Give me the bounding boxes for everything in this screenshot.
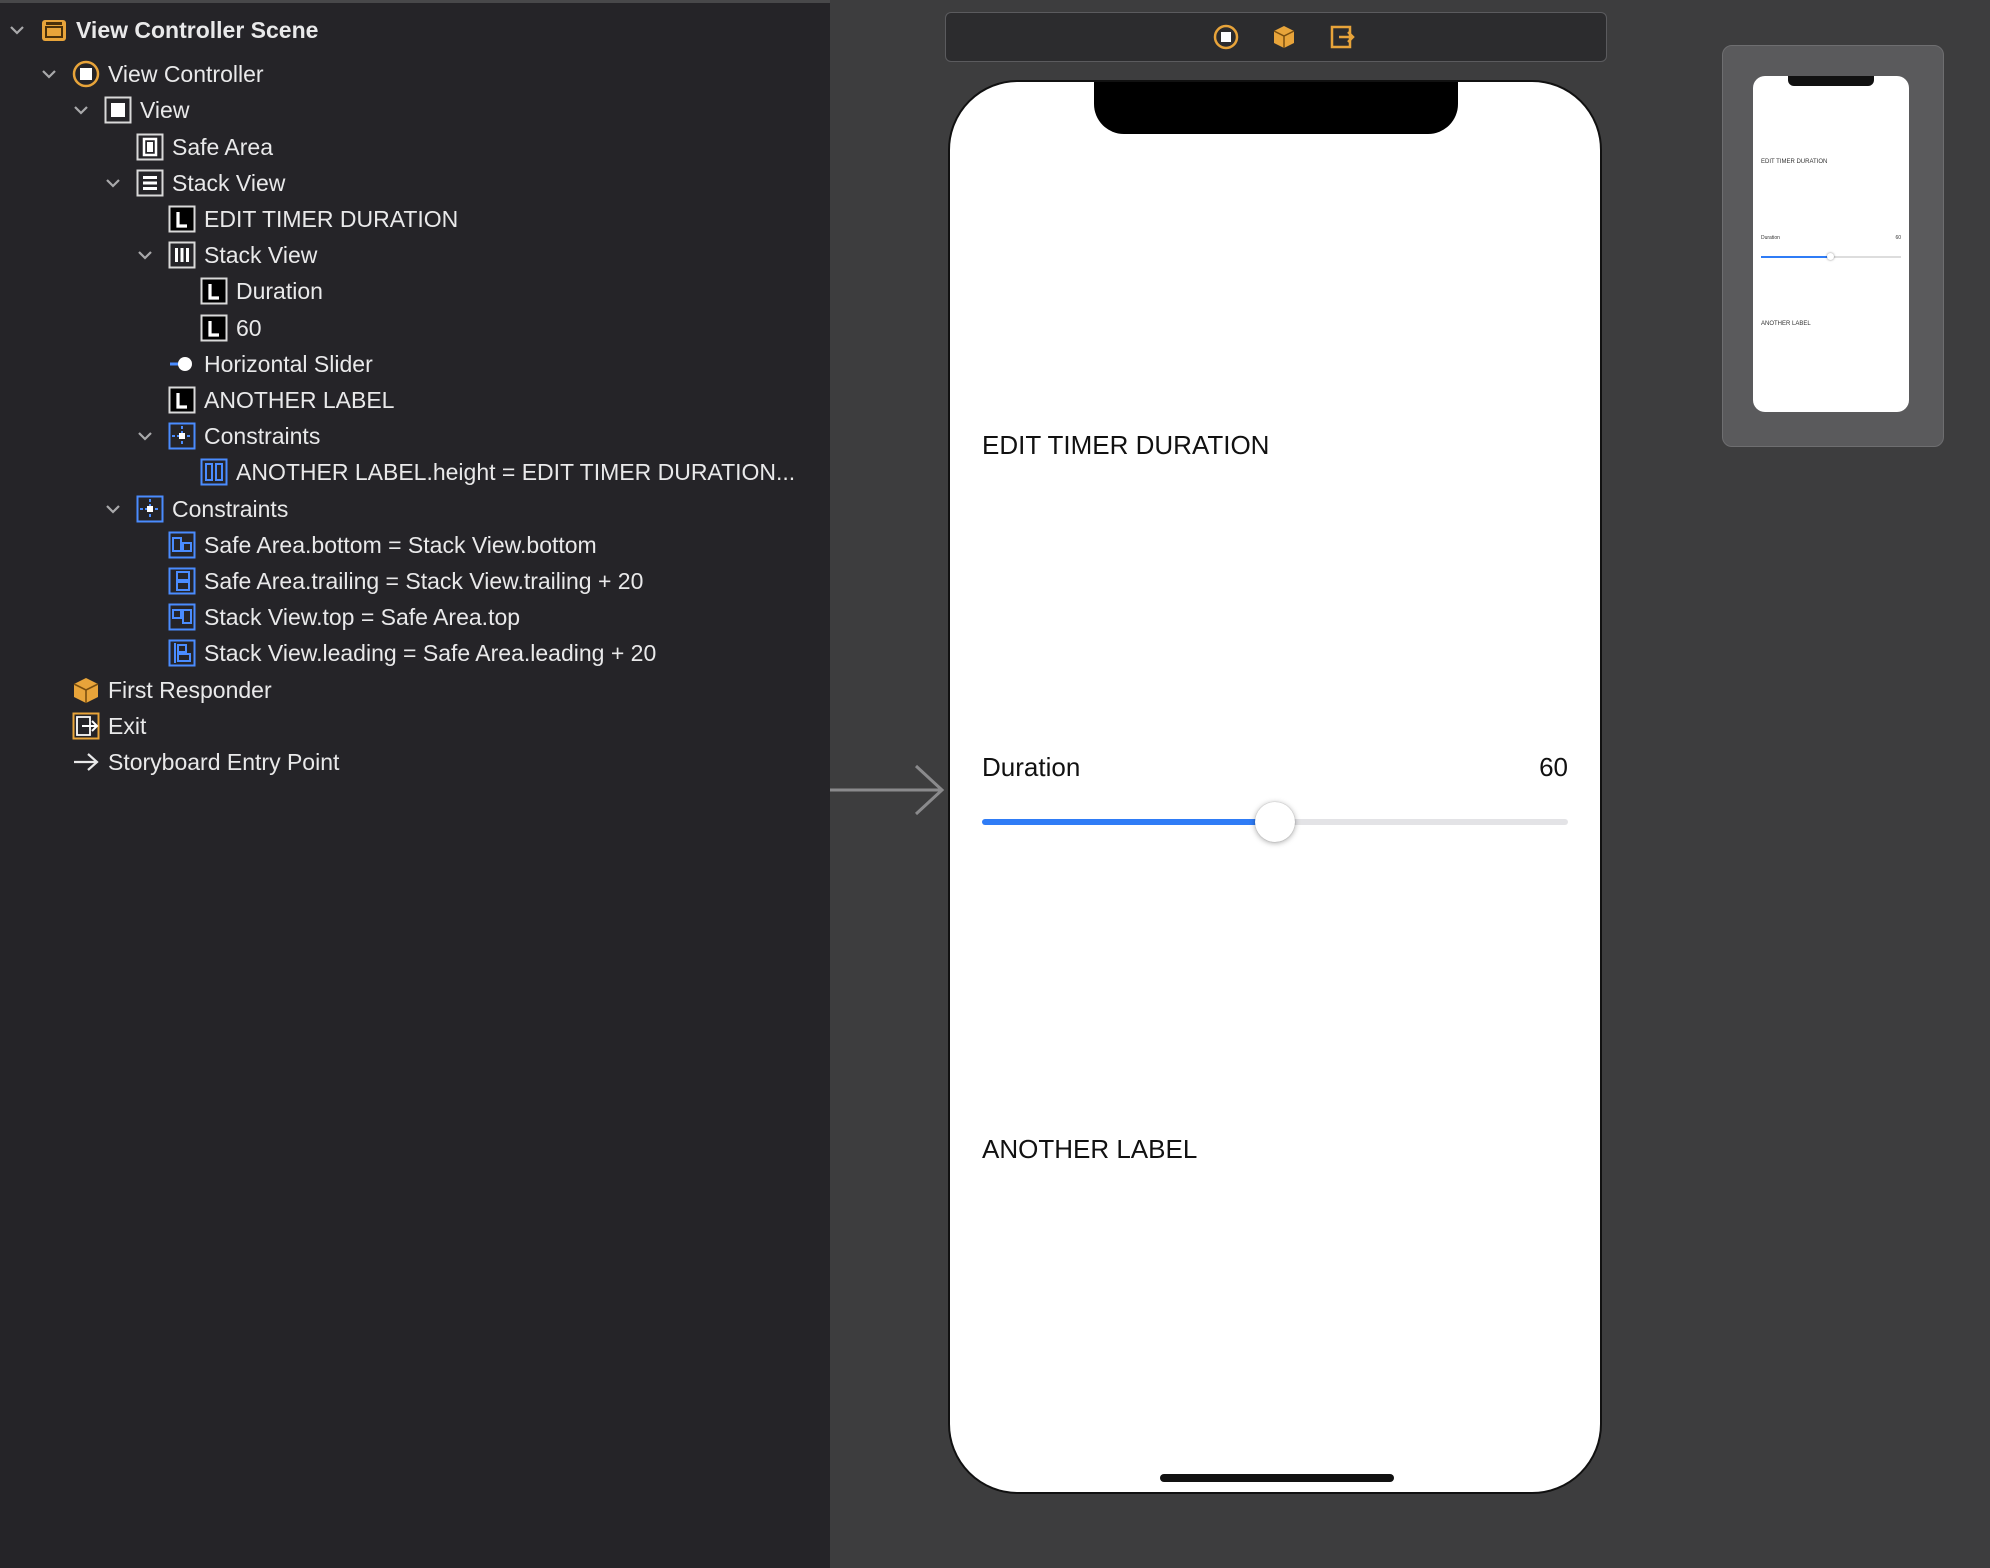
outline-row-label: Constraints bbox=[172, 496, 289, 522]
disclosure-chevron-icon[interactable] bbox=[104, 174, 122, 192]
disclosure-chevron-icon[interactable] bbox=[40, 65, 58, 83]
slider-max-track bbox=[1275, 819, 1568, 825]
constraints-icon bbox=[136, 495, 164, 523]
outline-row[interactable]: ANOTHER LABEL bbox=[0, 383, 830, 417]
outline-row[interactable]: Stack View bbox=[0, 238, 830, 272]
outline-row-label: 60 bbox=[236, 315, 262, 341]
outline-row[interactable]: Constraints bbox=[0, 492, 830, 526]
home-indicator bbox=[1160, 1474, 1394, 1482]
outline-row[interactable]: Horizontal Slider bbox=[0, 347, 830, 381]
outline-row-label: Safe Area.bottom = Stack View.bottom bbox=[204, 532, 597, 558]
storyboard-canvas[interactable]: EDIT TIMER DURATION Duration 60 ANOTHER … bbox=[830, 0, 1990, 1568]
constraints-icon bbox=[168, 422, 196, 450]
outline-row[interactable]: Stack View bbox=[0, 166, 830, 200]
outline-row-label: Duration bbox=[236, 278, 323, 304]
outline-row[interactable]: View Controller bbox=[0, 57, 830, 91]
outline-row[interactable]: View Controller Scene bbox=[0, 13, 830, 47]
outline-row[interactable]: Stack View.top = Safe Area.top bbox=[0, 600, 830, 634]
outline-row-label: Stack View.leading = Safe Area.leading +… bbox=[204, 640, 657, 666]
view-controller-icon[interactable] bbox=[1212, 23, 1240, 51]
outline-row[interactable]: Safe Area.trailing = Stack View.trailing… bbox=[0, 564, 830, 598]
bottom-constraint-icon bbox=[168, 531, 196, 559]
slider-icon bbox=[168, 350, 196, 378]
outline-row[interactable]: Safe Area.bottom = Stack View.bottom bbox=[0, 528, 830, 562]
scene-icon bbox=[40, 16, 68, 44]
outline-row-label: View Controller Scene bbox=[76, 17, 319, 43]
height-constraint-icon bbox=[200, 458, 228, 486]
duration-label[interactable]: Duration bbox=[982, 752, 1080, 782]
outline-row-label: Stack View.top = Safe Area.top bbox=[204, 604, 521, 630]
label-icon bbox=[168, 386, 196, 414]
document-outline: View Controller Scene View Controller View… bbox=[0, 0, 830, 1568]
outline-row[interactable]: Storyboard Entry Point bbox=[0, 745, 830, 779]
storyboard-entry-arrow[interactable] bbox=[830, 760, 950, 820]
minimap-another-label: ANOTHER LABEL bbox=[1761, 321, 1811, 327]
outline-row[interactable]: Exit bbox=[0, 709, 830, 743]
outline-row-label: View Controller bbox=[108, 61, 264, 87]
exit-icon[interactable] bbox=[1328, 23, 1356, 51]
outline-row[interactable]: View bbox=[0, 93, 830, 127]
outline-row-label: Exit bbox=[108, 713, 147, 739]
outline-row-label: Stack View bbox=[172, 170, 286, 196]
slider-thumb[interactable] bbox=[1255, 802, 1295, 842]
slider-min-track bbox=[982, 819, 1275, 825]
leading-constraint-icon bbox=[168, 639, 196, 667]
outline-row-label: First Responder bbox=[108, 677, 272, 703]
outline-row-label: Stack View bbox=[204, 242, 318, 268]
duration-value-label[interactable]: 60 bbox=[1539, 752, 1568, 782]
view-icon bbox=[104, 96, 132, 124]
disclosure-chevron-icon[interactable] bbox=[136, 246, 154, 264]
outline-row[interactable]: 60 bbox=[0, 311, 830, 345]
safe-area-icon bbox=[136, 133, 164, 161]
device-frame[interactable]: EDIT TIMER DURATION Duration 60 ANOTHER … bbox=[948, 80, 1602, 1494]
outline-row-label: Constraints bbox=[204, 423, 321, 449]
first-responder-icon bbox=[72, 676, 100, 704]
edit-timer-duration-label[interactable]: EDIT TIMER DURATION bbox=[982, 430, 1269, 460]
minimap-duration-label: Duration bbox=[1761, 235, 1780, 241]
first-responder-icon[interactable] bbox=[1270, 23, 1298, 51]
label-icon bbox=[168, 205, 196, 233]
device-notch bbox=[1094, 82, 1458, 134]
outline-row-label: ANOTHER LABEL bbox=[204, 387, 395, 413]
view-controller-icon bbox=[72, 60, 100, 88]
minimap-slider-min bbox=[1761, 256, 1831, 258]
trailing-constraint-icon bbox=[168, 567, 196, 595]
outline-row[interactable]: Duration bbox=[0, 274, 830, 308]
outline-row-label: ANOTHER LABEL.height = EDIT TIMER DURATI… bbox=[236, 459, 796, 485]
outline-row[interactable]: First Responder bbox=[0, 673, 830, 707]
minimap-slider-max bbox=[1831, 256, 1901, 258]
horizontal-stack-icon bbox=[168, 241, 196, 269]
scene-dock bbox=[945, 12, 1607, 62]
minimap-slider-thumb bbox=[1827, 253, 1834, 260]
minimap-notch bbox=[1788, 76, 1874, 86]
minimap-device: EDIT TIMER DURATION Duration 60 ANOTHER … bbox=[1753, 76, 1909, 412]
outline-row[interactable]: Constraints bbox=[0, 419, 830, 453]
label-icon bbox=[200, 314, 228, 342]
outline-row-label: Safe Area.trailing = Stack View.trailing… bbox=[204, 568, 644, 594]
vertical-stack-icon bbox=[136, 169, 164, 197]
minimap-title-label: EDIT TIMER DURATION bbox=[1761, 159, 1828, 165]
minimap[interactable]: EDIT TIMER DURATION Duration 60 ANOTHER … bbox=[1722, 45, 1944, 447]
disclosure-chevron-icon[interactable] bbox=[136, 427, 154, 445]
disclosure-chevron-icon[interactable] bbox=[104, 500, 122, 518]
outline-row-label: EDIT TIMER DURATION bbox=[204, 206, 459, 232]
outline-row[interactable]: EDIT TIMER DURATION bbox=[0, 202, 830, 236]
outline-row-label: View bbox=[140, 97, 190, 123]
entry-arrow-icon bbox=[72, 748, 100, 776]
disclosure-chevron-icon[interactable] bbox=[72, 101, 90, 119]
outline-row[interactable]: ANOTHER LABEL.height = EDIT TIMER DURATI… bbox=[0, 455, 830, 489]
top-constraint-icon bbox=[168, 603, 196, 631]
another-label[interactable]: ANOTHER LABEL bbox=[982, 1134, 1197, 1164]
outline-row[interactable]: Safe Area bbox=[0, 130, 830, 164]
minimap-value-label: 60 bbox=[1895, 235, 1901, 241]
disclosure-chevron-icon[interactable] bbox=[8, 21, 26, 39]
outline-row[interactable]: Stack View.leading = Safe Area.leading +… bbox=[0, 636, 830, 670]
outline-row-label: Storyboard Entry Point bbox=[108, 749, 340, 775]
outline-row-label: Horizontal Slider bbox=[204, 351, 373, 377]
outline-row-label: Safe Area bbox=[172, 134, 274, 160]
exit-icon bbox=[72, 712, 100, 740]
label-icon bbox=[200, 277, 228, 305]
